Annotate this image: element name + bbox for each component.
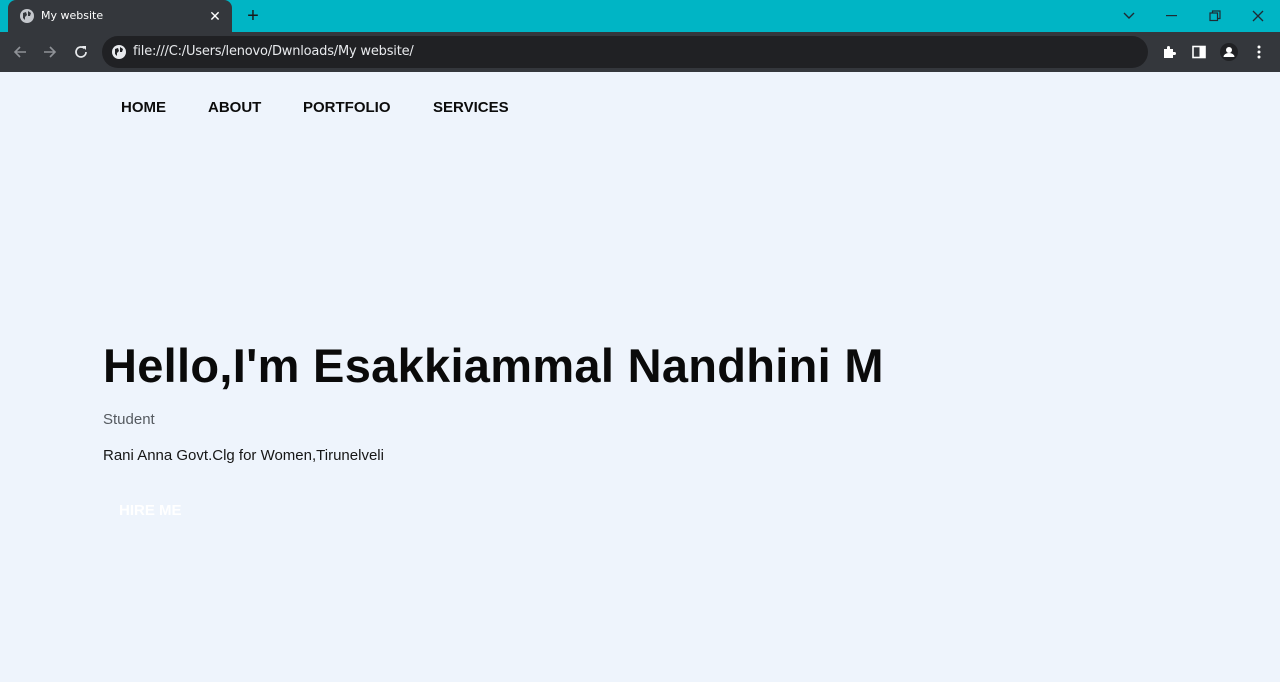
globe-icon bbox=[111, 44, 127, 60]
tab-search-icon[interactable] bbox=[1109, 0, 1149, 32]
nav-services-link[interactable]: SERVICES bbox=[433, 99, 509, 116]
url-text[interactable]: file:///C:/Users/lenovo/Dwnloads/My webs… bbox=[133, 36, 414, 68]
profile-icon[interactable] bbox=[1217, 40, 1241, 64]
reload-icon[interactable] bbox=[69, 40, 93, 64]
restore-icon[interactable] bbox=[1195, 0, 1235, 32]
minimize-icon[interactable] bbox=[1152, 0, 1192, 32]
hero-role: Student bbox=[103, 411, 155, 428]
browser-toolbar: file:///C:/Users/lenovo/Dwnloads/My webs… bbox=[0, 32, 1280, 72]
side-panel-icon[interactable] bbox=[1187, 40, 1211, 64]
nav-home-link[interactable]: HOME bbox=[121, 99, 166, 116]
forward-arrow-icon[interactable] bbox=[38, 40, 62, 64]
tab-title: My website bbox=[41, 9, 104, 22]
nav-about-link[interactable]: ABOUT bbox=[208, 99, 261, 116]
close-window-icon[interactable] bbox=[1238, 0, 1278, 32]
address-bar[interactable]: file:///C:/Users/lenovo/Dwnloads/My webs… bbox=[102, 36, 1148, 68]
globe-icon bbox=[19, 8, 35, 24]
hero-heading: Hello,I'm Esakkiammal Nandhini M bbox=[103, 339, 884, 392]
new-tab-button[interactable]: + bbox=[243, 5, 263, 27]
extensions-icon[interactable] bbox=[1157, 40, 1181, 64]
hero-college: Rani Anna Govt.Clg for Women,Tirunelveli bbox=[103, 447, 384, 464]
browser-tab[interactable]: My website ✕ bbox=[8, 0, 232, 32]
hire-me-button[interactable]: HIRE ME bbox=[103, 494, 198, 527]
nav-portfolio-link[interactable]: PORTFOLIO bbox=[303, 99, 391, 116]
close-tab-icon[interactable]: ✕ bbox=[206, 7, 224, 25]
back-arrow-icon[interactable] bbox=[8, 40, 32, 64]
more-menu-icon[interactable] bbox=[1247, 40, 1271, 64]
tab-strip: My website ✕ + bbox=[0, 0, 1280, 32]
